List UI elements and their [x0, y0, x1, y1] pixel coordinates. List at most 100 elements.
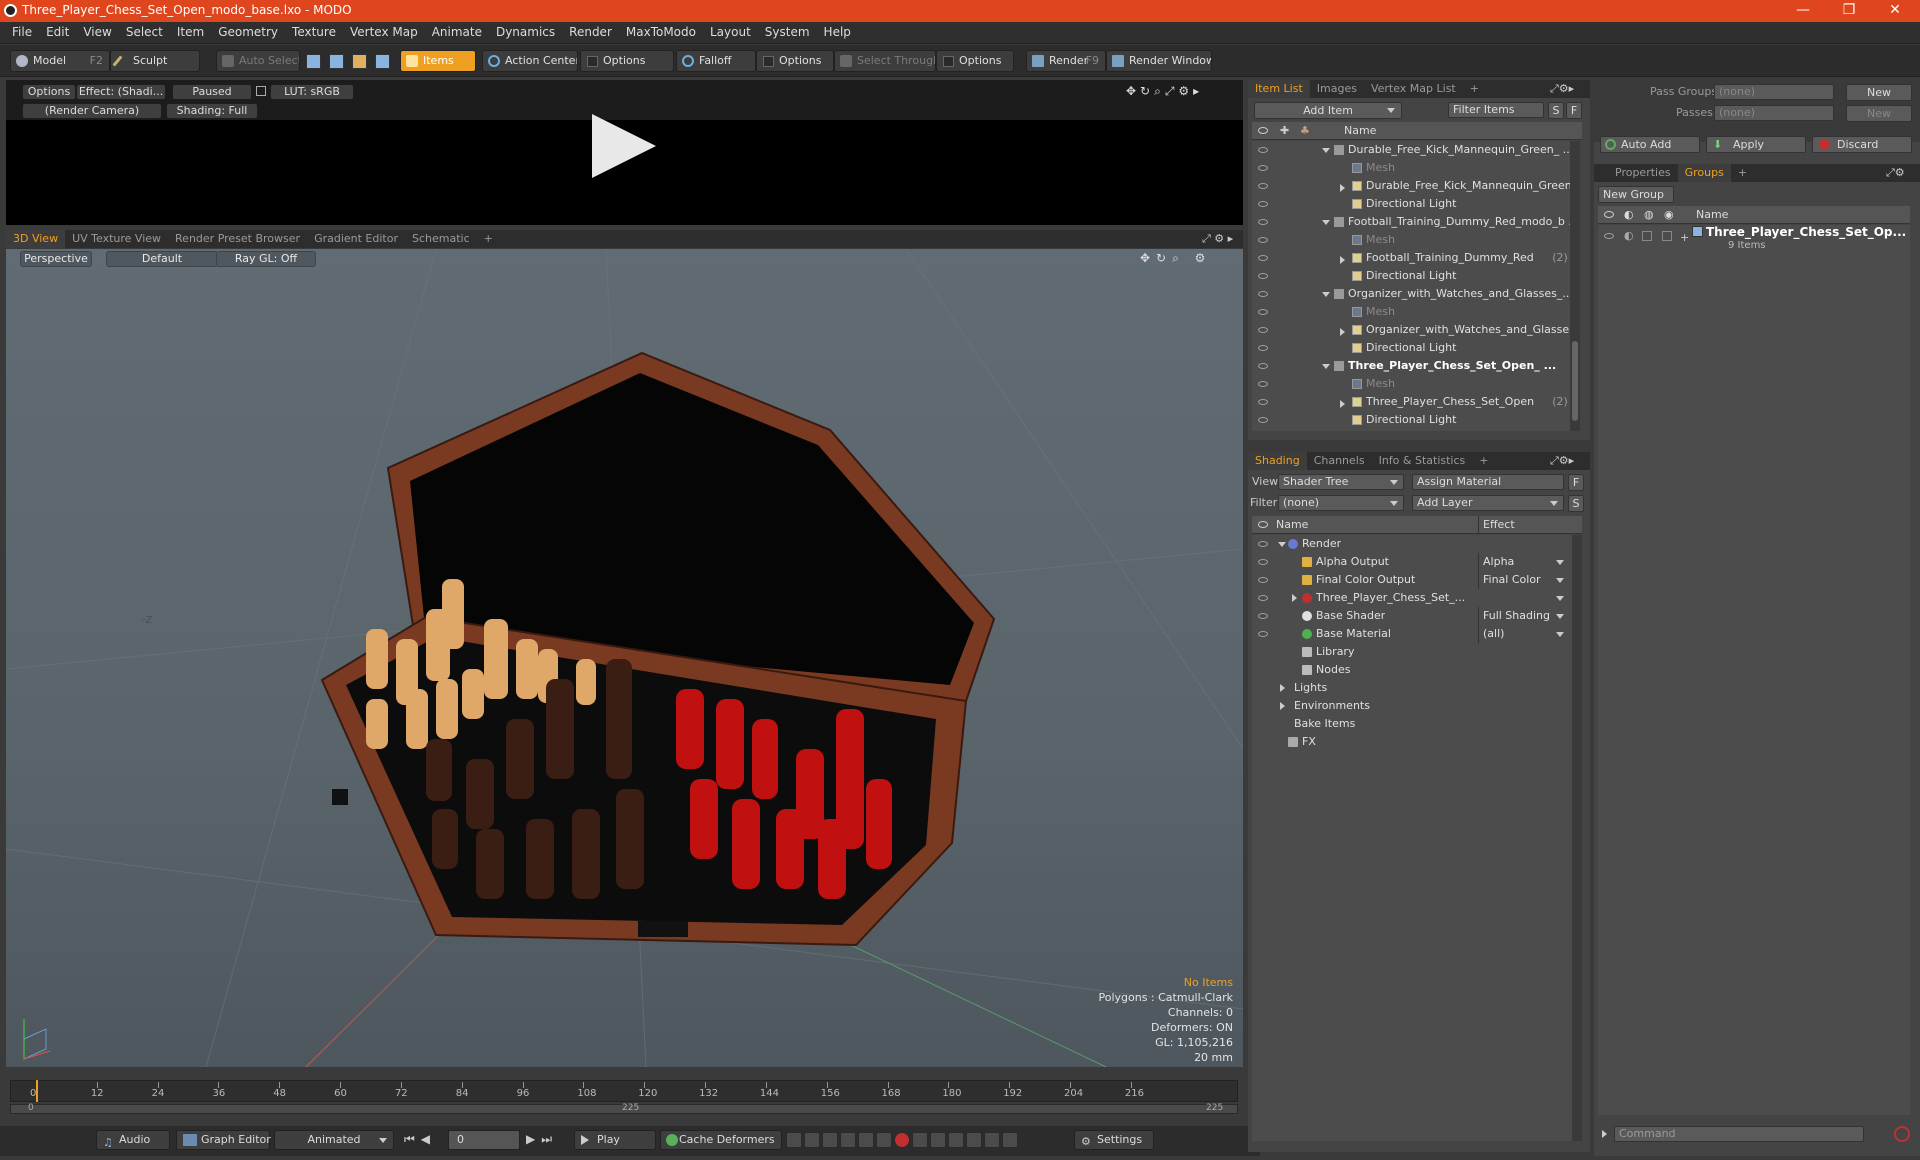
list-item[interactable]: Directional Light [1252, 195, 1570, 213]
falloff-button[interactable]: Falloff [676, 50, 756, 72]
new-group-button[interactable]: New Group [1598, 186, 1674, 203]
group-row[interactable]: ◐ + Three_Player_Chess_Set_Op... 9 Items [1598, 225, 1910, 255]
visibility-icon[interactable] [1258, 345, 1268, 351]
new-pass-button[interactable]: New [1846, 105, 1912, 122]
lut-dropdown[interactable]: LUT: sRGB [270, 84, 354, 100]
visibility-icon[interactable] [1258, 613, 1268, 619]
visibility-icon[interactable] [1604, 233, 1614, 239]
visibility-icon[interactable] [1258, 183, 1268, 189]
auto-select-button[interactable]: Auto Select [216, 50, 300, 72]
menu-animate[interactable]: Animate [425, 22, 489, 44]
transport-prev-icons[interactable]: ⏮◀ [404, 1132, 436, 1147]
close-button[interactable]: ✕ [1872, 0, 1918, 22]
tab-item-list[interactable]: Item List [1248, 80, 1310, 98]
chevron-down-icon[interactable] [1278, 542, 1286, 547]
materials-mode-icon[interactable] [375, 54, 390, 69]
menu-dynamics[interactable]: Dynamics [489, 22, 562, 44]
shader-tree-row[interactable]: Nodes [1252, 661, 1572, 679]
menu-layout[interactable]: Layout [703, 22, 758, 44]
tab-add[interactable]: + [477, 230, 500, 248]
action-center-options-button[interactable]: Options [580, 50, 674, 72]
lock-toggle[interactable] [1642, 231, 1652, 241]
key-tools-group[interactable] [786, 1132, 1066, 1150]
menu-vertex-map[interactable]: Vertex Map [343, 22, 425, 44]
scrollbar-thumb[interactable] [1572, 341, 1578, 421]
visibility-icon[interactable] [1258, 595, 1268, 601]
vertices-mode-icon[interactable] [306, 54, 321, 69]
panel-expand-icons[interactable]: ⤢⚙▸ [1550, 82, 1574, 96]
panel-expand-icons[interactable]: ⤢⚙▸ [1550, 454, 1574, 468]
menu-render[interactable]: Render [562, 22, 619, 44]
effect-dropdown[interactable]: Alpha [1478, 553, 1570, 571]
falloff-options-button[interactable]: Options [756, 50, 834, 72]
filter-dropdown[interactable]: (none) [1278, 495, 1404, 511]
shader-tree-row[interactable]: Environments [1252, 697, 1572, 715]
edges-mode-icon[interactable] [329, 54, 344, 69]
filter-items-input[interactable]: Filter Items [1448, 102, 1544, 118]
tab-3d-view[interactable]: 3D View [6, 230, 66, 248]
preview-nav-icons[interactable]: ✥↻⌕⤢⚙▸ [1126, 84, 1236, 98]
3d-viewport[interactable]: Perspective Default Ray GL: Off ✥↻⌕ ⚙ -Z [6, 249, 1243, 1067]
shader-tree-row[interactable]: FX [1252, 733, 1572, 751]
new-pass-group-button[interactable]: New [1846, 84, 1912, 101]
add-item-dropdown[interactable]: Add Item [1254, 102, 1402, 119]
chevron-right-icon[interactable] [1280, 702, 1285, 710]
render-button[interactable]: Render F9 [1026, 50, 1106, 72]
tab-vertex-map-list[interactable]: Vertex Map List [1364, 80, 1463, 98]
item-list-scrollbar[interactable] [1570, 141, 1580, 431]
command-status-icon[interactable] [1894, 1126, 1910, 1142]
shading-dropdown[interactable]: Shading: Full [166, 103, 258, 119]
tab-add[interactable]: + [1472, 452, 1495, 470]
list-item[interactable]: Mesh [1252, 231, 1570, 249]
shader-tree-scrollbar[interactable] [1572, 535, 1582, 1141]
playhead[interactable] [36, 1080, 38, 1102]
tab-uv-texture-view[interactable]: UV Texture View [65, 230, 168, 248]
shader-tree-row[interactable]: Final Color Output Final Color [1252, 571, 1572, 589]
tab-add[interactable]: + [1731, 164, 1754, 182]
list-item[interactable]: Directional Light [1252, 339, 1570, 357]
list-item[interactable]: Football_Training_Dummy_Red_modo_b ... [1252, 213, 1570, 231]
render-camera-dropdown[interactable]: (Render Camera) [22, 103, 162, 119]
list-item[interactable]: Three_Player_Chess_Set_Open_ ... [1252, 357, 1570, 375]
view-dropdown[interactable]: Shader Tree [1278, 474, 1404, 490]
chevron-down-icon[interactable] [1322, 364, 1330, 369]
tab-groups[interactable]: Groups [1677, 164, 1731, 182]
preview-options-button[interactable]: Options [22, 84, 76, 100]
list-item[interactable]: Mesh [1252, 159, 1570, 177]
menu-system[interactable]: System [758, 22, 817, 44]
select-through-options-button[interactable]: Options [936, 50, 1014, 72]
visibility-icon[interactable] [1258, 559, 1268, 565]
tab-render-preset-browser[interactable]: Render Preset Browser [168, 230, 307, 248]
shader-tree-row[interactable]: Base Material (all) [1252, 625, 1572, 643]
visibility-icon[interactable] [1258, 147, 1268, 153]
list-item[interactable]: Directional Light [1252, 411, 1570, 429]
transport-next-icons[interactable]: ▶⏭ [526, 1132, 558, 1147]
list-item[interactable]: Durable_Free_Kick_Mannequin_Green_ ... [1252, 141, 1570, 159]
render-window-button[interactable]: Render Window [1106, 50, 1212, 72]
visibility-icon[interactable] [1258, 219, 1268, 225]
visibility-icon[interactable] [1258, 399, 1268, 405]
visibility-icon[interactable] [1258, 255, 1268, 261]
list-item[interactable]: Mesh [1252, 375, 1570, 393]
menu-select[interactable]: Select [119, 22, 170, 44]
list-item[interactable]: Three_Player_Chess_Set_Open (2) [1252, 393, 1570, 411]
menu-help[interactable]: Help [817, 22, 858, 44]
tab-channels[interactable]: Channels [1307, 452, 1372, 470]
visibility-icon[interactable] [1258, 201, 1268, 207]
effect-dropdown[interactable]: Final Color [1478, 571, 1570, 589]
pass-groups-dropdown[interactable]: (none) [1714, 84, 1834, 100]
select-toggle[interactable] [1662, 231, 1672, 241]
panel-expand-icons[interactable]: ⤢⚙ [1886, 166, 1905, 180]
shader-tree-row[interactable]: Alpha Output Alpha [1252, 553, 1572, 571]
visibility-icon[interactable] [1258, 577, 1268, 583]
menu-geometry[interactable]: Geometry [211, 22, 285, 44]
chevron-down-icon[interactable] [1322, 292, 1330, 297]
list-item[interactable]: Football_Training_Dummy_Red (2) [1252, 249, 1570, 267]
visibility-icon[interactable] [1258, 309, 1268, 315]
tab-info-statistics[interactable]: Info & Statistics [1372, 452, 1473, 470]
visibility-icon[interactable] [1258, 327, 1268, 333]
select-through-button[interactable]: Select Through [834, 50, 936, 72]
menu-texture[interactable]: Texture [285, 22, 343, 44]
render-toggle-icon[interactable]: ◐ [1624, 229, 1634, 242]
tab-add[interactable]: + [1463, 80, 1486, 98]
